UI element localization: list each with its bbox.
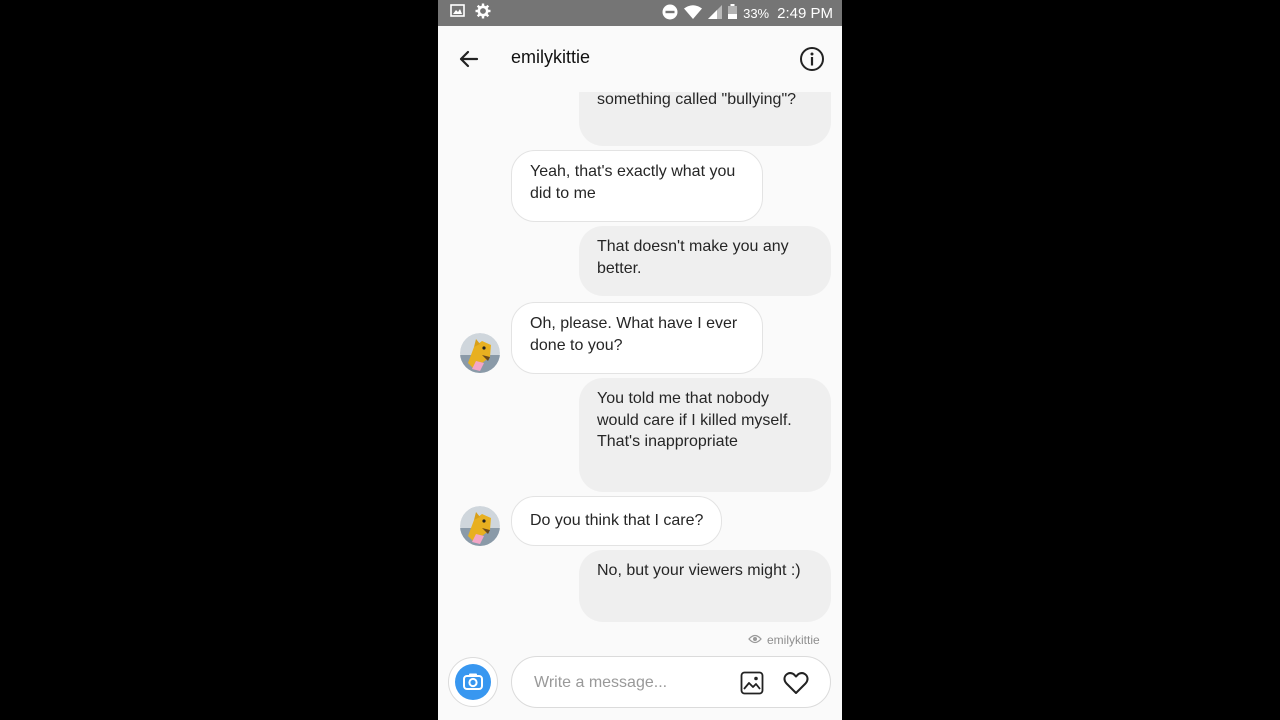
message-bubble-incoming[interactable]: Oh, please. What have I ever done to you…	[511, 302, 763, 374]
message-bubble-outgoing[interactable]: No, but your viewers might :)	[579, 550, 831, 622]
message-input[interactable]	[532, 657, 726, 709]
message-text: That doesn't make you any better.	[597, 238, 789, 277]
battery-level: 33%	[743, 5, 770, 21]
info-button[interactable]	[799, 46, 825, 72]
chat-title[interactable]: emilykittie	[511, 47, 590, 68]
status-time: 2:49 PM	[777, 4, 833, 22]
chat-header: emilykittie	[438, 26, 842, 92]
message-text: No, but your viewers might :)	[597, 562, 801, 579]
gallery-icon	[740, 671, 764, 699]
like-button[interactable]	[782, 669, 810, 697]
signal-icon	[708, 4, 723, 22]
camera-icon	[455, 664, 491, 700]
message-composer	[438, 648, 842, 720]
message-text: You told me that nobody would care if I …	[597, 390, 792, 450]
status-bar: 33% 2:49 PM	[438, 0, 842, 26]
do-not-disturb-icon	[662, 4, 678, 23]
message-bubble-outgoing[interactable]: You told me that nobody would care if I …	[579, 378, 831, 492]
back-button[interactable]	[456, 46, 482, 72]
status-bar-left	[450, 0, 491, 26]
message-input-container[interactable]	[511, 656, 831, 709]
camera-button[interactable]	[448, 657, 498, 707]
avatar[interactable]	[460, 333, 500, 373]
back-arrow-icon	[456, 50, 482, 76]
message-text: Yeah, that's exactly what you did to me	[530, 163, 736, 202]
battery-icon	[728, 4, 738, 22]
phone-screen: 33% 2:49 PM emilykittie something called…	[438, 0, 842, 720]
wifi-icon	[684, 4, 703, 22]
seen-receipt: emilykittie	[748, 632, 820, 648]
settings-icon	[475, 3, 491, 24]
message-text: something called "bullying"?	[597, 92, 797, 108]
heart-icon	[782, 672, 810, 701]
seen-by-label: emilykittie	[767, 633, 820, 647]
gallery-button[interactable]	[740, 671, 764, 695]
status-bar-right: 33% 2:49 PM	[662, 0, 833, 26]
info-icon	[799, 47, 825, 76]
message-bubble-outgoing[interactable]: That doesn't make you any better.	[579, 226, 831, 296]
message-thread[interactable]: something called "bullying"? Yeah, that'…	[438, 92, 842, 648]
eye-icon	[748, 633, 762, 648]
avatar[interactable]	[460, 506, 500, 546]
image-icon	[450, 4, 465, 22]
message-bubble-incoming[interactable]: Do you think that I care?	[511, 496, 723, 546]
message-text: Oh, please. What have I ever done to you…	[530, 315, 738, 354]
message-text: Do you think that I care?	[530, 512, 704, 529]
message-bubble-incoming[interactable]: Yeah, that's exactly what you did to me	[511, 150, 763, 222]
message-bubble-outgoing[interactable]: something called "bullying"?	[579, 92, 831, 146]
